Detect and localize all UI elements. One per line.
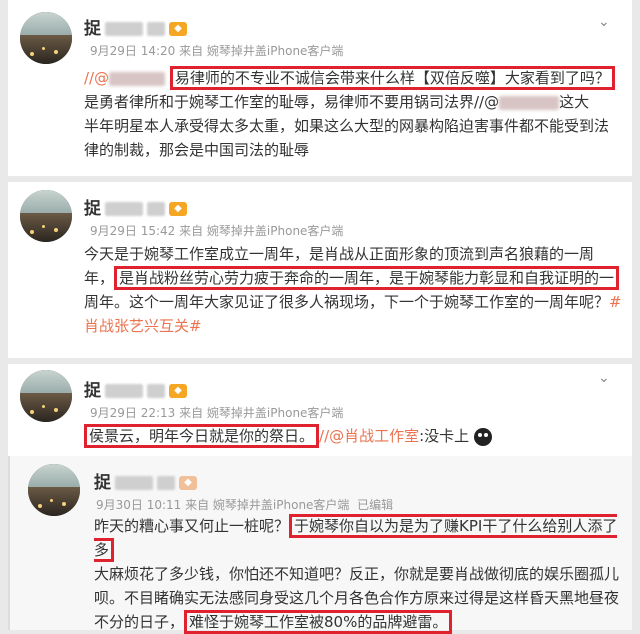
- vip-badge-icon: ◆: [179, 476, 197, 490]
- post-body: 昨天的糟心事又何止一桩呢？ 于婉琴你自以为是为了赚KPI干了什么给别人添了多 大麻…: [94, 514, 632, 634]
- highlighted-text: 难怪于婉琴工作室被80%的品牌避雷。: [184, 610, 453, 634]
- post-body: 侯景云，明年今日就是你的祭日。//@肖战工作室:没卡上: [84, 424, 630, 448]
- author-name[interactable]: 捉 ◆: [84, 376, 187, 401]
- chevron-down-icon[interactable]: ⌄: [598, 14, 610, 30]
- post-body: 今天是于婉琴工作室成立一周年，是肖战从正面形象的顶流到声名狼藉的一周 年， 是肖战…: [84, 242, 630, 338]
- highlighted-text: 易律师的不专业不诚信会带来什么样【双倍反噬】大家看到了吗？: [169, 66, 615, 90]
- avatar[interactable]: [28, 464, 80, 516]
- mention-link[interactable]: //@: [84, 69, 109, 87]
- hashtag-link[interactable]: 肖战张艺兴互关#: [84, 314, 630, 338]
- weibo-post: 捉 ◆ 9月29日 15:42 来自 婉琴掉井盖iPhone客户端 今天是于婉琴工…: [8, 182, 632, 358]
- highlighted-text: 侯景云，明年今日就是你的祭日。: [84, 424, 320, 448]
- avatar[interactable]: [20, 370, 72, 422]
- emoji-icon: [473, 427, 492, 446]
- mention-link[interactable]: //@肖战工作室: [319, 427, 419, 445]
- weibo-post: 捉 ◆ 9月29日 14:20 来自 婉琴掉井盖iPhone客户端 ⌄ //@ 易…: [8, 0, 632, 176]
- chevron-down-icon[interactable]: ⌄: [598, 370, 610, 386]
- avatar[interactable]: [20, 190, 72, 242]
- post-meta: 9月29日 14:20 来自 婉琴掉井盖iPhone客户端: [90, 44, 344, 58]
- author-name[interactable]: 捉 ◆: [84, 194, 187, 219]
- author-name[interactable]: 捉 ◆: [94, 468, 197, 493]
- reply-post: 捉 ◆ 9月30日 10:11 来自 婉琴掉井盖iPhone客户端 已编辑 昨天的…: [8, 456, 632, 634]
- vip-badge-icon: ◆: [169, 384, 187, 398]
- hashtag-link[interactable]: #: [609, 293, 622, 311]
- highlighted-text: 是肖战粉丝劳心劳力疲于奔命的一周年，是于婉琴能力彰显和自我证明的一: [114, 266, 620, 290]
- vip-badge-icon: ◆: [169, 202, 187, 216]
- post-body: //@ 易律师的不专业不诚信会带来什么样【双倍反噬】大家看到了吗？ 是勇者律所和…: [84, 66, 630, 162]
- post-meta: 9月30日 10:11 来自 婉琴掉井盖iPhone客户端 已编辑: [96, 498, 394, 512]
- author-name[interactable]: 捉 ◆: [84, 14, 187, 39]
- weibo-post: 捉 ◆ 9月29日 22:13 来自 婉琴掉井盖iPhone客户端 ⌄ 侯景云，明…: [8, 364, 632, 456]
- vip-badge-icon: ◆: [169, 22, 187, 36]
- post-meta: 9月29日 22:13 来自 婉琴掉井盖iPhone客户端: [90, 406, 344, 420]
- edited-label[interactable]: 已编辑: [357, 498, 393, 512]
- post-meta: 9月29日 15:42 来自 婉琴掉井盖iPhone客户端: [90, 224, 344, 238]
- avatar[interactable]: [20, 12, 72, 64]
